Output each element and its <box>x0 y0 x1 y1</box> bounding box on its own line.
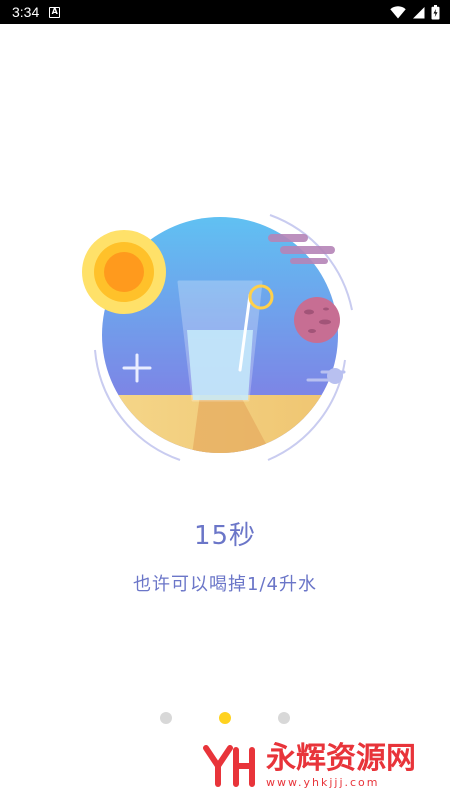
wifi-icon <box>390 5 406 18</box>
timer-label: 15秒 <box>193 521 257 551</box>
cloud-puff <box>327 368 343 384</box>
sun-icon <box>82 230 166 314</box>
page-dot-2-active[interactable] <box>219 712 231 724</box>
hydration-illustration <box>82 214 353 461</box>
watermark: 永辉资源网 www.yhkjjj.com <box>200 740 450 792</box>
watermark-text-group: 永辉资源网 www.yhkjjj.com <box>266 740 416 789</box>
page-dot-1[interactable] <box>160 712 172 724</box>
battery-icon <box>431 4 440 19</box>
page-indicator <box>0 711 450 725</box>
watermark-logo-icon <box>203 745 255 787</box>
a-notification-icon: A <box>49 6 61 18</box>
page-dot-3[interactable] <box>278 712 290 724</box>
description-label: 也许可以喝掉1/4升水 <box>133 574 317 595</box>
status-bar: 3:34 A <box>0 0 450 24</box>
watermark-name: 永辉资源网 <box>266 740 416 776</box>
watermark-url: www.yhkjjj.com <box>266 775 380 789</box>
signal-icon <box>413 6 425 18</box>
status-left: 3:34 A <box>12 4 61 20</box>
status-time: 3:34 <box>12 4 40 20</box>
planet-icon <box>294 297 340 343</box>
status-right <box>390 4 440 20</box>
